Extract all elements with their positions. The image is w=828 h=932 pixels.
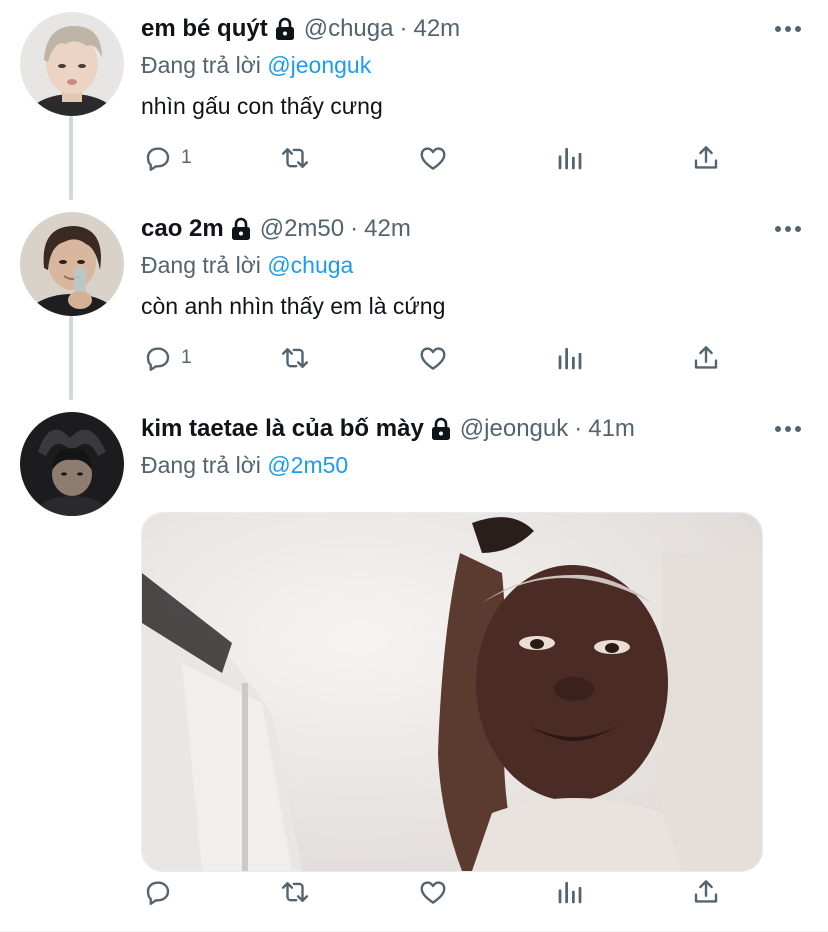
user-handle[interactable]: @jeonguk (460, 415, 568, 443)
retweet-button[interactable] (280, 138, 310, 178)
retweet-button[interactable] (280, 872, 310, 912)
analytics-button[interactable] (555, 338, 585, 378)
reply-icon (146, 881, 170, 905)
tweet-header: cao 2m @2m50 · 42m (141, 212, 808, 246)
mention-link[interactable]: @2m50 (267, 452, 348, 478)
display-name[interactable]: kim taetae là của bố mày (141, 415, 424, 443)
tweet-text: nhìn gấu con thấy cưng (141, 93, 383, 119)
tweet-actions: 1 (141, 138, 741, 178)
tweet-photo[interactable] (141, 512, 763, 872)
mention-link[interactable]: @jeonguk (267, 52, 371, 78)
tweet-actions: 1 (141, 338, 741, 378)
share-button[interactable] (691, 338, 721, 378)
heart-icon (420, 881, 446, 904)
retweet-icon (281, 148, 309, 168)
tweet-actions (141, 872, 741, 912)
analytics-icon (558, 147, 582, 170)
share-button[interactable] (691, 138, 721, 178)
reply-icon (146, 347, 170, 371)
replying-to-label: Đang trả lời (141, 52, 261, 78)
reply-button[interactable] (143, 872, 181, 912)
share-icon (694, 346, 718, 369)
display-name[interactable]: em bé quýt (141, 15, 268, 43)
retweet-icon (281, 348, 309, 368)
analytics-button[interactable] (555, 138, 585, 178)
reply-count: 1 (181, 147, 192, 168)
heart-icon (420, 147, 446, 170)
heart-icon (420, 347, 446, 370)
more-icon[interactable] (768, 412, 808, 446)
tweet[interactable]: em bé quýt @chuga · 42m Đang trả lời @je… (0, 12, 828, 202)
separator: · (399, 15, 408, 42)
separator: · (350, 215, 359, 242)
tweet-text: còn anh nhìn thấy em là cứng (141, 293, 446, 319)
share-icon (694, 880, 718, 903)
timestamp[interactable]: 42m (413, 15, 460, 43)
retweet-button[interactable] (280, 338, 310, 378)
replying-to: Đang trả lời @chuga (141, 250, 808, 280)
replying-to: Đang trả lời @2m50 (141, 450, 808, 480)
share-button[interactable] (691, 872, 721, 912)
retweet-icon (281, 882, 309, 902)
mention-link[interactable]: @chuga (267, 252, 353, 278)
reply-button[interactable]: 1 (143, 138, 192, 178)
avatar[interactable] (20, 212, 124, 316)
like-button[interactable] (418, 338, 448, 378)
analytics-icon (558, 881, 582, 904)
reply-icon (146, 147, 170, 171)
tweet-header: kim taetae là của bố mày @jeonguk · 41m (141, 412, 808, 446)
timestamp[interactable]: 42m (364, 215, 411, 243)
share-icon (694, 146, 718, 169)
lock-icon (430, 417, 452, 441)
separator: · (574, 415, 583, 442)
tweet-header: em bé quýt @chuga · 42m (141, 12, 808, 46)
replying-to-label: Đang trả lời (141, 452, 261, 478)
reply-button[interactable]: 1 (143, 338, 192, 378)
analytics-icon (558, 347, 582, 370)
analytics-button[interactable] (555, 872, 585, 912)
timestamp[interactable]: 41m (588, 415, 635, 443)
replying-to-label: Đang trả lời (141, 252, 261, 278)
tweet[interactable]: kim taetae là của bố mày @jeonguk · 41m … (0, 412, 828, 932)
avatar[interactable] (20, 412, 124, 516)
reply-count: 1 (181, 347, 192, 368)
lock-icon (230, 217, 252, 241)
user-handle[interactable]: @2m50 (260, 215, 344, 243)
replying-to: Đang trả lời @jeonguk (141, 50, 808, 80)
avatar[interactable] (20, 12, 124, 116)
more-icon[interactable] (768, 212, 808, 246)
user-handle[interactable]: @chuga (304, 15, 394, 43)
lock-icon (274, 17, 296, 41)
tweet[interactable]: cao 2m @2m50 · 42m Đang trả lời @chuga c… (0, 212, 828, 402)
more-icon[interactable] (768, 12, 808, 46)
display-name[interactable]: cao 2m (141, 215, 224, 243)
like-button[interactable] (418, 872, 448, 912)
like-button[interactable] (418, 138, 448, 178)
